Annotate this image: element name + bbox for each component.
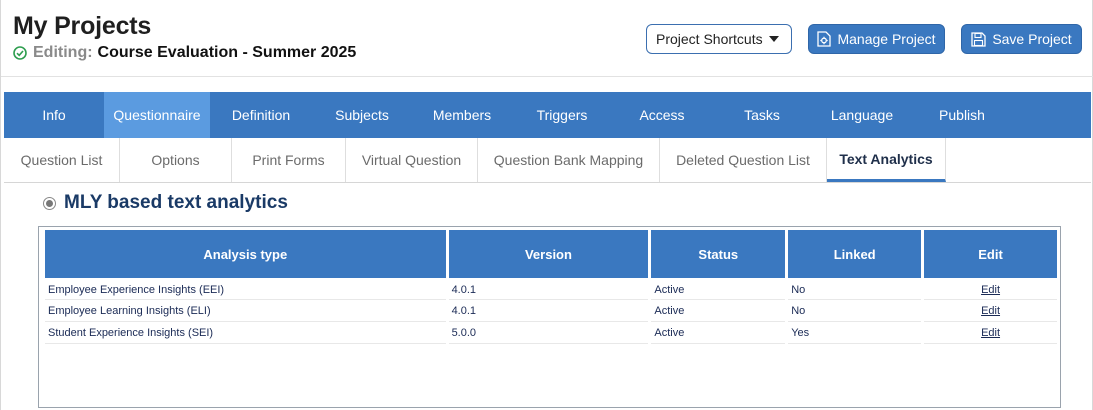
tab-language[interactable]: Language — [812, 92, 912, 138]
tab-subjects[interactable]: Subjects — [312, 92, 412, 138]
cell-edit: Edit — [924, 322, 1057, 344]
main-nav: Info Questionnaire Definition Subjects M… — [4, 92, 1091, 138]
app-window: My Projects Editing: Course Evaluation -… — [0, 0, 1093, 410]
header-status: Status — [651, 230, 786, 278]
tab-tasks[interactable]: Tasks — [712, 92, 812, 138]
header-linked: Linked — [788, 230, 922, 278]
radio-dot — [46, 199, 53, 207]
project-shortcuts-label: Project Shortcuts — [656, 31, 763, 47]
edit-link[interactable]: Edit — [981, 327, 1000, 339]
cell-version: 5.0.0 — [448, 322, 649, 344]
subtab-options[interactable]: Options — [120, 138, 232, 182]
floppy-disk-icon — [971, 31, 986, 47]
cell-version: 4.0.1 — [448, 278, 649, 300]
tab-info[interactable]: Info — [4, 92, 104, 138]
subtab-text-analytics[interactable]: Text Analytics — [827, 138, 946, 182]
cell-analysis-type: Employee Experience Insights (EEI) — [45, 278, 446, 300]
cell-version: 4.0.1 — [448, 300, 649, 322]
section-title-text: MLY based text analytics — [64, 192, 288, 213]
cell-edit: Edit — [924, 278, 1057, 300]
table-row: Employee Experience Insights (EEI) 4.0.1… — [45, 278, 1057, 300]
section-heading: MLY based text analytics — [43, 192, 288, 214]
edit-link[interactable]: Edit — [981, 284, 1000, 296]
save-project-label: Save Project — [992, 31, 1072, 47]
table-row: Student Experience Insights (SEI) 5.0.0 … — [45, 322, 1057, 344]
project-name: Course Evaluation - Summer 2025 — [97, 44, 357, 61]
cell-analysis-type: Employee Learning Insights (ELI) — [45, 300, 446, 322]
header-edit: Edit — [924, 230, 1057, 278]
save-project-button[interactable]: Save Project — [961, 24, 1082, 54]
header-version: Version — [448, 230, 649, 278]
tab-publish[interactable]: Publish — [912, 92, 1012, 138]
analytics-table-container: Analysis type Version Status Linked Edit… — [38, 226, 1061, 408]
check-circle-icon — [13, 46, 27, 60]
subtab-question-bank-mapping[interactable]: Question Bank Mapping — [478, 138, 660, 182]
subtab-virtual-question[interactable]: Virtual Question — [346, 138, 478, 182]
caret-down-icon — [769, 36, 779, 42]
subtab-print-forms[interactable]: Print Forms — [232, 138, 346, 182]
cell-status: Active — [651, 278, 786, 300]
table-header-row: Analysis type Version Status Linked Edit — [45, 230, 1057, 278]
cell-linked: No — [788, 300, 922, 322]
header-analysis-type: Analysis type — [45, 230, 446, 278]
analytics-table: Analysis type Version Status Linked Edit… — [42, 230, 1060, 344]
tab-access[interactable]: Access — [612, 92, 712, 138]
table-row: Employee Learning Insights (ELI) 4.0.1 A… — [45, 300, 1057, 322]
subtab-question-list[interactable]: Question List — [4, 138, 120, 182]
tab-definition[interactable]: Definition — [210, 92, 312, 138]
tab-triggers[interactable]: Triggers — [512, 92, 612, 138]
gear-document-icon — [817, 31, 832, 47]
cell-status: Active — [651, 300, 786, 322]
page-title: My Projects — [13, 12, 152, 40]
cell-analysis-type: Student Experience Insights (SEI) — [45, 322, 446, 344]
radio-button[interactable] — [43, 196, 56, 210]
editing-label: Editing: — [33, 44, 93, 61]
manage-project-label: Manage Project — [837, 31, 936, 47]
cell-linked: Yes — [788, 322, 922, 344]
tab-members[interactable]: Members — [412, 92, 512, 138]
sub-nav: Question List Options Print Forms Virtua… — [4, 138, 1091, 183]
cell-linked: No — [788, 278, 922, 300]
editing-indicator: Editing: Course Evaluation - Summer 2025 — [13, 44, 356, 62]
edit-link[interactable]: Edit — [981, 305, 1000, 317]
manage-project-button[interactable]: Manage Project — [808, 24, 945, 54]
header-divider — [1, 76, 1093, 77]
project-shortcuts-dropdown[interactable]: Project Shortcuts — [646, 24, 792, 54]
cell-edit: Edit — [924, 300, 1057, 322]
tab-questionnaire[interactable]: Questionnaire — [104, 92, 210, 138]
subtab-deleted-question-list[interactable]: Deleted Question List — [660, 138, 827, 182]
cell-status: Active — [651, 322, 786, 344]
